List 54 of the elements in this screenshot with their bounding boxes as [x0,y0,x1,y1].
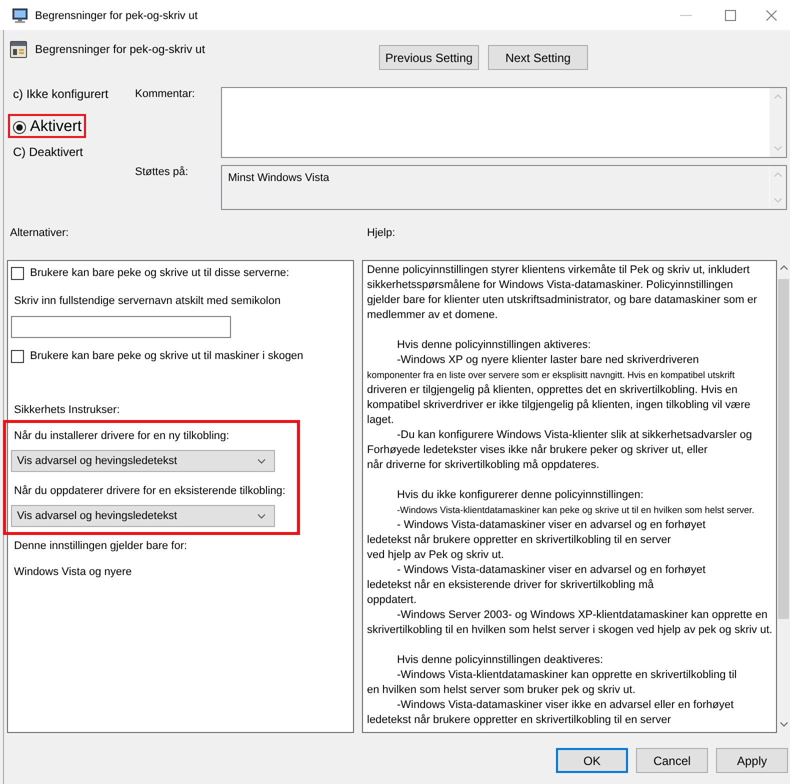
dialog-button[interactable]: OK [556,748,628,773]
chevron-down-icon [774,198,782,203]
option-text: Når du oppdaterer drivere for en eksisterende tilkobling: [14,484,286,498]
scrollbar-thumb[interactable] [778,279,789,619]
dialog-button[interactable]: Apply [716,748,788,773]
options-label: Alternativer: [10,226,69,240]
window-icon [10,41,27,58]
help-paragraph: -Windows Server 2003- og Windows XP-klientdatamaskiner kan opprette en skrivertilkobling til en hvilken som helst server i skogen ved hjelp av pek og skriv ut. [367,608,774,638]
help-paragraph: - Windows Vista-datamaskiner viser en advarsel og en forhøyet ledetekst når brukere oppretter en skrivertilkobling til en server ved hjelp av Pek og skriv ut. [367,518,707,563]
section-heading: Sikkerhets Instrukser: [14,403,120,417]
scrollbar[interactable] [769,88,786,157]
chevron-up-icon[interactable] [780,265,788,270]
chevron-down-icon[interactable] [780,722,788,727]
chevron-down-icon [774,146,782,151]
help-paragraph: -Windows Vista-klientdatamaskiner kan opprette en skrivertilkobling til en hvilken som helst server som bruker pek og skriv ut. [367,668,738,698]
radio-option[interactable]: c) Ikke konfigurert [13,87,108,102]
comment-label: Kommentar: [135,87,195,101]
option-text: Denne innstillingen gjelder bare for: [14,539,188,553]
help-label: Hjelp: [367,226,396,240]
input-field[interactable] [11,316,231,338]
help-paragraph: -Windows Vista-datamaskiner viser ikke en advarsel eller en forhøyet ledetekst når brukere oppretter en skrivertilkobling til en server [367,698,735,728]
radio-option[interactable]: Aktivert [13,117,82,137]
window-title: Begrensninger for pek-og-skriv ut [35,10,198,22]
chevron-down-icon [257,514,266,518]
chevron-up-icon [774,94,782,99]
option-text: Skriv inn fullstendige servernavn atskilt med semikolon [14,294,281,308]
computer-icon [12,8,28,22]
help-paragraph: Hvis denne policyinnstillingen deaktiveres: [396,653,604,668]
option-text: Windows Vista og nyere [14,565,132,579]
help-paragraph: - Windows Vista-datamaskiner viser en advarsel og en forhøyet ledetekst når en eksisterende driver for skrivertilkobling må oppdatert. [367,563,707,608]
supported-on-value: Minst Windows Vista [228,171,330,185]
help-paragraph: Hvis du ikke konfigurerer denne policyinnstillingen: [396,488,644,503]
option-text: Når du installerer drivere for en ny tilkobling: [14,429,230,443]
minimize-icon [680,14,692,16]
dropdown[interactable]: Vis advarsel og hevingsledetekst [11,505,275,527]
help-paragraph: Denne policyinnstillingen styrer klientens virkemåte til Pek og skriv ut, inkludert sikkerhetsspørsmålene for Windows Vista-datamaskiner. Policyinnstillingen gjelder bare for klienter uten utskriftsadministrator, og bare datamaskiner som er medlemmer av et domene. [367,263,758,323]
radio-option[interactable]: C) Deaktivert [13,145,84,160]
help-paragraph: Hvis denne policyinnstillingen aktiveres: [396,338,592,353]
chevron-up-icon [774,172,782,177]
dialog-button[interactable]: Cancel [636,748,708,773]
policy-title: Begrensninger for pek-og-skriv ut [35,43,206,57]
nav-button[interactable]: Previous Setting [379,45,479,70]
dropdown[interactable]: Vis advarsel og hevingsledetekst [11,450,275,472]
help-paragraph: -Windows Vista-klientdatamaskiner kan peke og skrive ut til en hvilken som helst server. [396,504,756,517]
nav-button[interactable]: Next Setting [488,45,588,70]
chevron-down-icon [257,458,266,464]
checkbox-option[interactable]: Brukere kan bare peke og skrive ut til disse serverne: [11,264,290,282]
maximize-icon [724,10,736,20]
close-icon [766,10,776,20]
checkbox-option[interactable]: Brukere kan bare peke og skrive ut til maskiner i skogen [11,347,304,365]
help-paragraph: -Du kan konfigurere Windows Vista-klienter slik at sikkerhetsadvarsler og Forhøyede ledetekster vises ikke når brukere peker og skriver ut, eller når driverne for skrivertilkobling må oppdateres. [367,428,753,473]
supported-on-label: Støttes på: [135,165,188,179]
help-paragraph: -Windows XP og nyere klienter laster bare ned skriverdriveren komponenter fra en liste over servere som er eksplisitt navngitt. Hvis en kompatibel utskrift driveren er tilgjengelig på klienten, opprettes det en skrivertilkobling. Hvis en kompatibel skriverdriver er ikke tilgjengelig på klienten, ingen tilkobling vil være laget. [367,353,752,428]
comment-field[interactable] [221,87,787,158]
